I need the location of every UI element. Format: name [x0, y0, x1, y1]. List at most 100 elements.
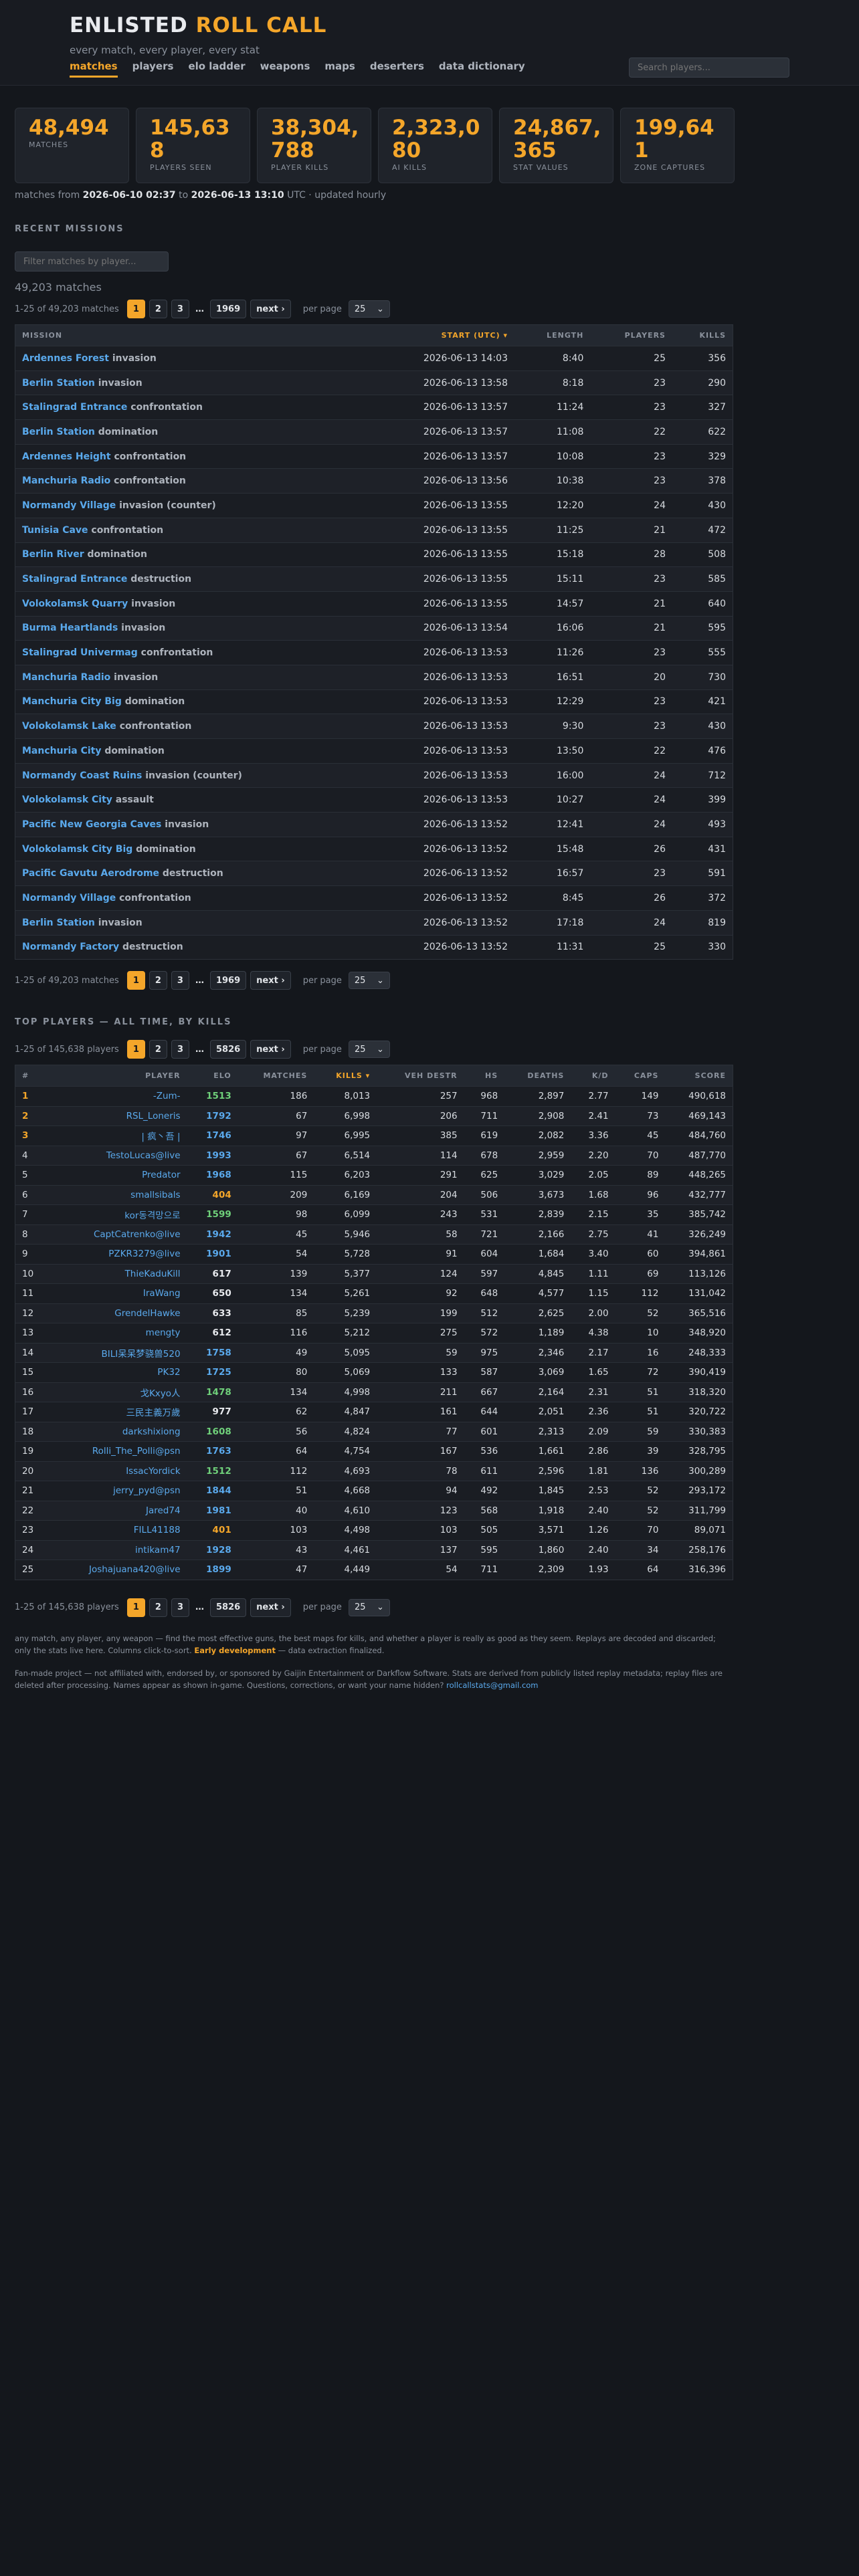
player-search-input[interactable] [629, 58, 789, 78]
next-page-button[interactable]: next › [250, 971, 291, 990]
page-button-2[interactable]: 2 [149, 300, 167, 318]
table-row[interactable]: Manchuria City Big domination 2026-06-13 … [15, 689, 733, 714]
nav-data-dictionary[interactable]: data dictionary [439, 60, 525, 78]
mission-map-link[interactable]: Manchuria Radio [22, 475, 110, 486]
table-row[interactable]: 10 ThieKaduKill 617 139 5,377 124 597 4,845 1.11… [15, 1263, 733, 1284]
col-header-matches[interactable]: MATCHES [237, 1065, 314, 1087]
mission-map-link[interactable]: Normandy Village [22, 893, 116, 903]
mission-map-link[interactable]: Pacific Gavutu Aerodrome [22, 868, 159, 879]
mission-map-link[interactable]: Normandy Coast Ruins [22, 770, 142, 781]
next-page-button[interactable]: next › [250, 1598, 291, 1617]
table-row[interactable]: 4 TestoLucas@live 1993 67 6,514 114 678 2,959 2.… [15, 1145, 733, 1166]
table-row[interactable]: Normandy Village confrontation 2026-06-13… [15, 885, 733, 911]
table-row[interactable]: 6 smallsibals 404 209 6,169 204 506 3,673 1.68 96… [15, 1184, 733, 1205]
table-row[interactable]: Volokolamsk City Big domination 2026-06-1… [15, 836, 733, 861]
col-header-start-utc[interactable]: START (UTC) ▾ [367, 324, 514, 346]
page-button-5826[interactable]: 5826 [209, 1040, 247, 1059]
player-name[interactable]: Predator [48, 1165, 187, 1186]
col-header-length[interactable]: LENGTH [514, 324, 591, 346]
page-button-1[interactable]: 1 [126, 300, 145, 318]
player-name[interactable]: IssacYordick [48, 1461, 187, 1481]
col-header-hs[interactable]: HS [464, 1065, 505, 1087]
player-name[interactable]: intikam47 [48, 1539, 187, 1560]
page-button-3[interactable]: 3 [171, 300, 189, 318]
table-row[interactable]: Normandy Village invasion (counter) 2026-… [15, 493, 733, 518]
table-row[interactable]: 20 IssacYordick 1512 112 4,693 78 611 2,596 1.81… [15, 1461, 733, 1481]
mission-map-link[interactable]: Ardennes Forest [22, 353, 109, 364]
table-row[interactable]: Pacific Gavutu Aerodrome destruction 2026… [15, 861, 733, 886]
col-header-players[interactable]: PLAYERS [590, 324, 672, 346]
mission-map-link[interactable]: Volokolamsk City Big [22, 844, 132, 855]
mission-map-link[interactable]: Burma Heartlands [22, 623, 118, 633]
col-header-mission[interactable]: MISSION [15, 324, 367, 346]
table-row[interactable]: Stalingrad Entrance destruction 2026-06-1… [15, 566, 733, 592]
page-button-2[interactable]: 2 [149, 971, 167, 990]
table-row[interactable]: 16 戈Kxyo人 1478 134 4,998 211 667 2,164 2.31 51 318… [15, 1382, 733, 1402]
page-button-5826[interactable]: 5826 [209, 1598, 247, 1617]
table-row[interactable]: 19 Rolli_The_Polli@psn 1763 64 4,754 167 536 1,… [15, 1441, 733, 1462]
table-row[interactable]: Berlin Station invasion 2026-06-13 13:58 8… [15, 370, 733, 395]
mission-map-link[interactable]: Berlin Station [22, 427, 95, 437]
player-name[interactable]: GrendelHawke [48, 1303, 187, 1323]
col-header-caps[interactable]: CAPS [615, 1065, 666, 1087]
contact-email-link[interactable]: rollcallstats@gmail.com [446, 1681, 538, 1690]
player-name[interactable]: 三民主義万歲 [48, 1402, 187, 1422]
table-row[interactable]: 13 mengty 612 116 5,212 275 572 1,189 4.38 10 348,… [15, 1323, 733, 1344]
per-page-select[interactable]: 25 ⌄ [348, 1041, 390, 1059]
col-header-kills[interactable]: KILLS ▾ [314, 1065, 377, 1087]
table-row[interactable]: Volokolamsk Lake confrontation 2026-06-13… [15, 714, 733, 739]
player-name[interactable]: jerry_pyd@psn [48, 1481, 187, 1501]
table-row[interactable]: 9 PZKR3279@live 1901 54 5,728 91 604 1,684 3.40 6… [15, 1244, 733, 1265]
mission-map-link[interactable]: Volokolamsk City [22, 794, 112, 805]
table-row[interactable]: 18 darkshixiong 1608 56 4,824 77 601 2,313 2.09 5… [15, 1421, 733, 1442]
mission-map-link[interactable]: Volokolamsk Lake [22, 721, 116, 732]
player-name[interactable]: BILI呆呆梦骁兽520 [48, 1342, 187, 1363]
col-header-k-d[interactable]: K/D [571, 1065, 615, 1087]
table-row[interactable]: Volokolamsk Quarry invasion 2026-06-13 13… [15, 591, 733, 617]
mission-map-link[interactable]: Normandy Village [22, 500, 116, 511]
table-row[interactable]: Normandy Coast Ruins invasion (counter) 2… [15, 762, 733, 788]
table-row[interactable]: 22 Jared74 1981 40 4,610 123 568 1,918 2.40 52 311… [15, 1500, 733, 1521]
player-name[interactable]: CaptCatrenko@live [48, 1224, 187, 1245]
player-name[interactable]: RSL_Loneris [48, 1105, 187, 1126]
player-name[interactable]: kor동격망으로 [48, 1204, 187, 1225]
col-header-rank[interactable]: # [15, 1065, 49, 1087]
table-row[interactable]: Berlin River domination 2026-06-13 13:55 1… [15, 542, 733, 567]
col-header-veh-destr[interactable]: VEH DESTR [377, 1065, 464, 1087]
next-page-button[interactable]: next › [250, 300, 291, 318]
page-button-2[interactable]: 2 [149, 1598, 167, 1617]
table-row[interactable]: Manchuria Radio confrontation 2026-06-13 … [15, 468, 733, 494]
mission-map-link[interactable]: Manchuria City Big [22, 696, 122, 707]
table-row[interactable]: Manchuria Radio invasion 2026-06-13 13:53… [15, 664, 733, 690]
player-name[interactable]: | 疯丶吾 | [48, 1125, 187, 1146]
player-name[interactable]: 戈Kxyo人 [48, 1382, 187, 1402]
player-name[interactable]: Rolli_The_Polli@psn [48, 1441, 187, 1462]
nav-maps[interactable]: maps [324, 60, 355, 78]
page-button-1[interactable]: 1 [126, 1040, 145, 1059]
player-name[interactable]: Joshajuana420@live [48, 1560, 187, 1580]
table-row[interactable]: 1 -Zum- 1513 186 8,013 257 968 2,897 2.77 149 490,… [15, 1086, 733, 1107]
mission-map-link[interactable]: Manchuria City [22, 746, 102, 756]
table-row[interactable]: 8 CaptCatrenko@live 1942 45 5,946 58 721 2,166 2… [15, 1224, 733, 1245]
nav-weapons[interactable]: weapons [260, 60, 310, 78]
page-button-2[interactable]: 2 [149, 1040, 167, 1059]
mission-map-link[interactable]: Stalingrad Entrance [22, 402, 127, 413]
col-header-player[interactable]: PLAYER [48, 1065, 187, 1087]
page-button-3[interactable]: 3 [171, 971, 189, 990]
table-row[interactable]: 17 三民主義万歲 977 62 4,847 161 644 2,051 2.36 51 320,7… [15, 1402, 733, 1422]
table-row[interactable]: Pacific New Georgia Caves invasion 2026-0… [15, 812, 733, 837]
player-name[interactable]: FILL41188 [48, 1520, 187, 1541]
mission-map-link[interactable]: Stalingrad Univermag [22, 647, 138, 658]
table-row[interactable]: Burma Heartlands invasion 2026-06-13 13:5… [15, 615, 733, 641]
mission-map-link[interactable]: Berlin River [22, 549, 84, 560]
table-row[interactable]: Normandy Factory destruction 2026-06-13 1… [15, 934, 733, 960]
page-button-3[interactable]: 3 [171, 1040, 189, 1059]
table-row[interactable]: Ardennes Forest invasion 2026-06-13 14:03… [15, 346, 733, 371]
col-header-deaths[interactable]: DEATHS [504, 1065, 571, 1087]
nav-deserters[interactable]: deserters [370, 60, 424, 78]
page-button-1[interactable]: 1 [126, 1598, 145, 1617]
player-name[interactable]: PK32 [48, 1362, 187, 1383]
per-page-select[interactable]: 25 ⌄ [348, 972, 390, 990]
table-row[interactable]: 12 GrendelHawke 633 85 5,239 199 512 2,625 2.00 5… [15, 1303, 733, 1323]
table-row[interactable]: Ardennes Height confrontation 2026-06-13 … [15, 443, 733, 469]
